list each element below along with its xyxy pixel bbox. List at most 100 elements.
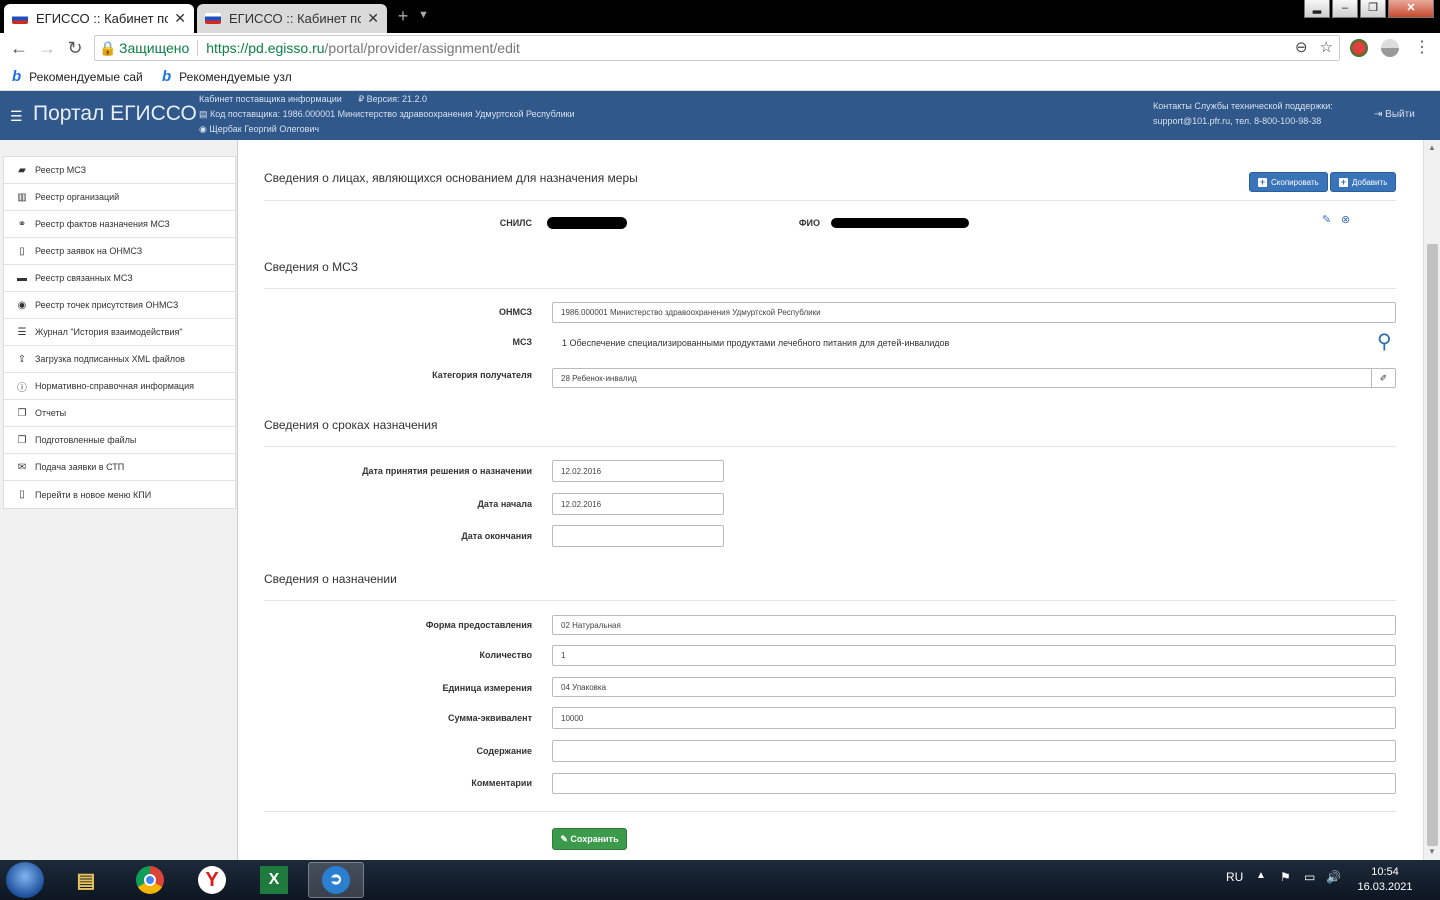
action-center-icon[interactable]: ⚑ (1280, 870, 1291, 884)
bookmark-item[interactable]: b Рекомендуемые сай (12, 68, 143, 85)
scroll-up-icon[interactable]: ▲ (1428, 143, 1436, 152)
msz-section-title: Сведения о МСЗ (264, 260, 358, 274)
edit-icon[interactable]: ✎ (1322, 213, 1331, 226)
new-tab-button[interactable]: + (392, 7, 414, 25)
onmsz-field[interactable]: 1986.000001 Министерство здравоохранения… (552, 302, 1396, 323)
sidebar-item-reports[interactable]: ❐ Отчеты (4, 400, 235, 427)
unit-field[interactable]: 04 Упаковка (552, 677, 1396, 697)
sidebar-item-label: Журнал "История взаимодействия" (35, 327, 183, 337)
remove-icon[interactable]: ⊗ (1341, 213, 1350, 226)
sidebar-item-history-journal[interactable]: ☰ Журнал "История взаимодействия" (4, 319, 235, 346)
sidebar-item-label: Реестр фактов назначения МСЗ (35, 219, 170, 229)
snils-label: СНИЛС (499, 218, 532, 228)
browser-menu-icon[interactable]: ⋮ (1414, 37, 1430, 57)
language-indicator[interactable]: RU (1226, 870, 1243, 884)
browser-tab-inactive[interactable]: ЕГИССО :: Кабинет поста ✕ (197, 4, 387, 33)
system-clock[interactable]: 10:54 16.03.2021 (1350, 865, 1420, 895)
sidebar-item-new-menu[interactable]: ▯ Перейти в новое меню КПИ (4, 481, 235, 508)
fio-label: ФИО (798, 218, 820, 228)
search-icon[interactable]: ⚲ (1377, 329, 1392, 354)
sidebar-item-onmsz-requests[interactable]: ▯ Реестр заявок на ОНМСЗ (4, 238, 235, 265)
quantity-input[interactable]: 1 (552, 645, 1396, 666)
save-button[interactable]: ✎ Сохранить (552, 828, 627, 850)
reload-icon[interactable]: ↻ (64, 37, 86, 59)
page-scrollbar[interactable]: ▲ ▼ (1423, 140, 1440, 860)
form-field[interactable]: 02 Натуральная (552, 615, 1396, 635)
sidebar-item-xml-upload[interactable]: ⇪ Загрузка подписанных XML файлов (4, 346, 235, 373)
category-label: Категория получателя (432, 370, 532, 380)
excel-icon[interactable]: X (246, 862, 302, 898)
plus-icon: + (1339, 176, 1348, 187)
remote-app-icon[interactable]: ➲ (308, 862, 364, 898)
window-controls: ▂ – ❐ ✕ (1304, 0, 1434, 18)
scroll-down-icon[interactable]: ▼ (1428, 847, 1436, 856)
scroll-thumb[interactable] (1427, 244, 1438, 846)
card-icon: ▬ (17, 272, 27, 284)
category-field[interactable]: 28 Ребенок-инвалид (552, 368, 1396, 388)
sidebar-item-reference-info[interactable]: ⓘ Нормативно-справочная информация (4, 373, 235, 400)
sidebar-item-label: Подготовленные файлы (35, 435, 137, 445)
portal-title[interactable]: Портал ЕГИССО (33, 102, 197, 126)
copy-button[interactable]: + Скопировать (1249, 172, 1328, 192)
logout-link[interactable]: ⇥ Выйти (1374, 109, 1415, 120)
start-date-input[interactable]: 12.02.2016 (552, 493, 724, 515)
sidebar-item-stp-request[interactable]: ✉ Подача заявки в СТП (4, 454, 235, 481)
portal-header: ☰ Портал ЕГИССО Кабинет поставщика инфор… (0, 91, 1440, 140)
comment-input[interactable] (552, 773, 1396, 794)
msz-label: МСЗ (512, 337, 532, 347)
volume-icon[interactable]: 🔊 (1326, 870, 1341, 884)
close-tab-icon[interactable]: ✕ (367, 10, 379, 27)
sidebar-item-assignment-facts[interactable]: ⚭ Реестр фактов назначения МСЗ (4, 211, 235, 238)
bookmark-label: Рекомендуемые сай (29, 69, 143, 84)
window-close-button[interactable]: ✕ (1388, 0, 1434, 18)
forward-arrow-icon[interactable]: → (36, 37, 58, 59)
form-label: Форма предоставления (425, 620, 532, 630)
bookmark-star-icon[interactable]: ☆ (1320, 38, 1333, 56)
user-name: ◉ Щербак Георгий Олегович (199, 124, 320, 134)
version-text: ₽ Версия: 21.2.0 (358, 94, 428, 104)
clock-time: 10:54 (1371, 866, 1399, 878)
chrome-icon[interactable] (122, 862, 178, 898)
comment-label: Комментарии (471, 778, 532, 788)
sidebar-item-organizations[interactable]: ▥ Реестр организаций (4, 184, 235, 211)
eraser-icon[interactable]: ✐ (1371, 369, 1395, 387)
content-input[interactable] (552, 740, 1396, 762)
menu-toggle-icon[interactable]: ☰ (10, 108, 23, 125)
explorer-icon[interactable]: ▤ (58, 862, 114, 898)
minimize-button[interactable]: – (1332, 0, 1358, 18)
yandex-browser-icon[interactable]: Y (184, 862, 240, 898)
end-date-input[interactable] (552, 525, 724, 547)
document-icon: ▯ (19, 489, 25, 500)
back-arrow-icon[interactable]: ← (8, 37, 30, 59)
copy-button-label: Скопировать (1271, 177, 1319, 187)
sidebar-item-linked-msz[interactable]: ▬ Реестр связанных МСЗ (4, 265, 235, 292)
sidebar-item-label: Загрузка подписанных XML файлов (35, 354, 185, 364)
sum-input[interactable]: 10000 (552, 707, 1396, 729)
tab-title: ЕГИССО :: Кабинет поста (229, 11, 362, 26)
start-button[interactable] (6, 862, 44, 898)
tray-expand-icon[interactable]: ▲ (1256, 870, 1266, 881)
add-button-label: Добавить (1352, 177, 1388, 187)
decision-date-input[interactable]: 12.02.2016 (552, 460, 724, 482)
sidebar-menu: ▰ Реестр МСЗ ▥ Реестр организаций ⚭ Реестр … (3, 156, 236, 509)
divider (264, 200, 1396, 201)
add-button[interactable]: + Добавить (1330, 172, 1397, 192)
extension-icon[interactable] (1350, 39, 1368, 57)
cabinet-label: Кабинет поставщика информации ₽ Версия: … (199, 94, 427, 105)
end-date-label: Дата окончания (461, 531, 532, 541)
window-extra-button[interactable]: ▂ (1304, 0, 1330, 18)
extension-icon-2[interactable] (1381, 39, 1399, 57)
sidebar-item-presence-points[interactable]: ◉ Реестр точек присутствия ОНМСЗ (4, 292, 235, 319)
secure-lock-icon: 🔒 (99, 40, 117, 56)
tab-menu-icon[interactable]: ▼ (418, 9, 429, 21)
sidebar-item-msz-registry[interactable]: ▰ Реестр МСЗ (4, 157, 235, 184)
network-icon[interactable]: ▭ (1304, 870, 1315, 884)
bookmark-item[interactable]: b Рекомендуемые узл (162, 68, 292, 85)
maximize-button[interactable]: ❐ (1360, 0, 1386, 18)
sidebar-item-prepared-files[interactable]: ❐ Подготовленные файлы (4, 427, 235, 454)
browser-tab-active[interactable]: ЕГИССО :: Кабинет поста ✕ (4, 4, 194, 33)
divider (264, 811, 1396, 812)
close-tab-icon[interactable]: ✕ (174, 10, 186, 27)
zoom-icon[interactable]: ⊖ (1295, 38, 1308, 56)
address-bar[interactable]: 🔒 Защищено https://pd.egisso.ru /portal/… (94, 35, 1340, 61)
